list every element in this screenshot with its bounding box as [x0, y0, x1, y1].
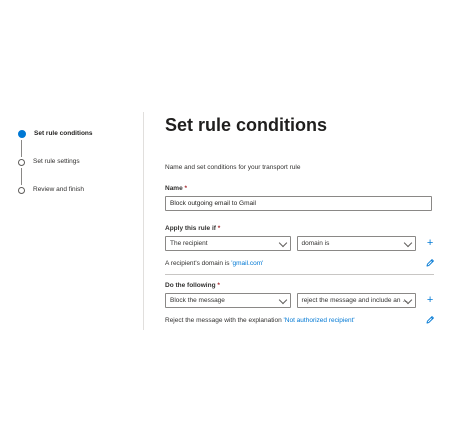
page-title: Set rule conditions [165, 115, 328, 135]
condition-summary: A recipient's domain is 'gmail.com' [165, 260, 421, 267]
condition-row: The recipient domain is + [165, 236, 435, 251]
action-value: Block the message [170, 297, 225, 304]
pencil-icon[interactable] [425, 315, 435, 325]
action-summary-text: Reject the message with the explanation [165, 316, 284, 324]
condition-qualifier-dropdown[interactable]: domain is [296, 236, 417, 251]
step-label: Review and finish [33, 186, 84, 193]
action-qualifier-value: reject the message and include an ... [301, 297, 408, 304]
do-following-label: Do the following * [165, 282, 435, 289]
action-summary: Reject the message with the explanation … [165, 317, 421, 324]
condition-value: The recipient [170, 240, 208, 247]
condition-dropdown[interactable]: The recipient [165, 236, 291, 251]
step-label: Set rule settings [33, 158, 80, 165]
action-summary-link[interactable]: 'Not authorized recipient' [284, 317, 355, 324]
apply-rule-label: Apply this rule if * [165, 225, 435, 232]
condition-summary-row: A recipient's domain is 'gmail.com' [165, 258, 435, 268]
action-row: Block the message reject the message and… [165, 293, 435, 308]
chevron-down-icon [278, 238, 287, 248]
step-set-rule-settings[interactable]: Set rule settings [18, 156, 138, 185]
required-mark: * [184, 185, 188, 192]
step-connector [21, 140, 22, 157]
condition-summary-text: A recipient's domain is [165, 259, 232, 267]
step-indicator [18, 159, 25, 166]
rule-name-input[interactable]: Block outgoing email to Gmail [165, 196, 432, 211]
required-mark: * [217, 282, 220, 289]
condition-qualifier-value: domain is [301, 240, 330, 247]
page-subtitle: Name and set conditions for your transpo… [165, 164, 301, 171]
chevron-down-icon [403, 238, 413, 248]
vertical-divider [143, 112, 144, 330]
rule-conditions-panel: Set rule conditions Name and set conditi… [165, 112, 435, 325]
plus-icon[interactable]: + [425, 238, 435, 249]
step-set-rule-conditions[interactable]: Set rule conditions [18, 128, 138, 157]
action-dropdown[interactable]: Block the message [165, 293, 291, 308]
required-mark: * [217, 225, 221, 232]
action-qualifier-dropdown[interactable]: reject the message and include an ... [296, 293, 417, 308]
condition-summary-link[interactable]: 'gmail.com' [231, 260, 263, 267]
wizard-stepper: Set rule conditions Set rule settings Re… [18, 128, 138, 212]
name-label-text: Name [165, 185, 183, 192]
pencil-icon[interactable] [425, 258, 435, 268]
chevron-down-icon [278, 295, 287, 305]
name-label: Name * [165, 185, 435, 192]
step-review-and-finish[interactable]: Review and finish [18, 184, 138, 212]
step-indicator [18, 187, 25, 194]
step-connector [21, 168, 22, 185]
plus-icon[interactable]: + [425, 295, 435, 306]
do-following-label-text: Do the following [165, 282, 216, 289]
action-summary-row: Reject the message with the explanation … [165, 315, 435, 325]
apply-rule-label-text: Apply this rule if [165, 225, 216, 232]
step-label: Set rule conditions [34, 130, 93, 137]
step-indicator-active [18, 130, 26, 138]
section-divider [165, 274, 434, 275]
